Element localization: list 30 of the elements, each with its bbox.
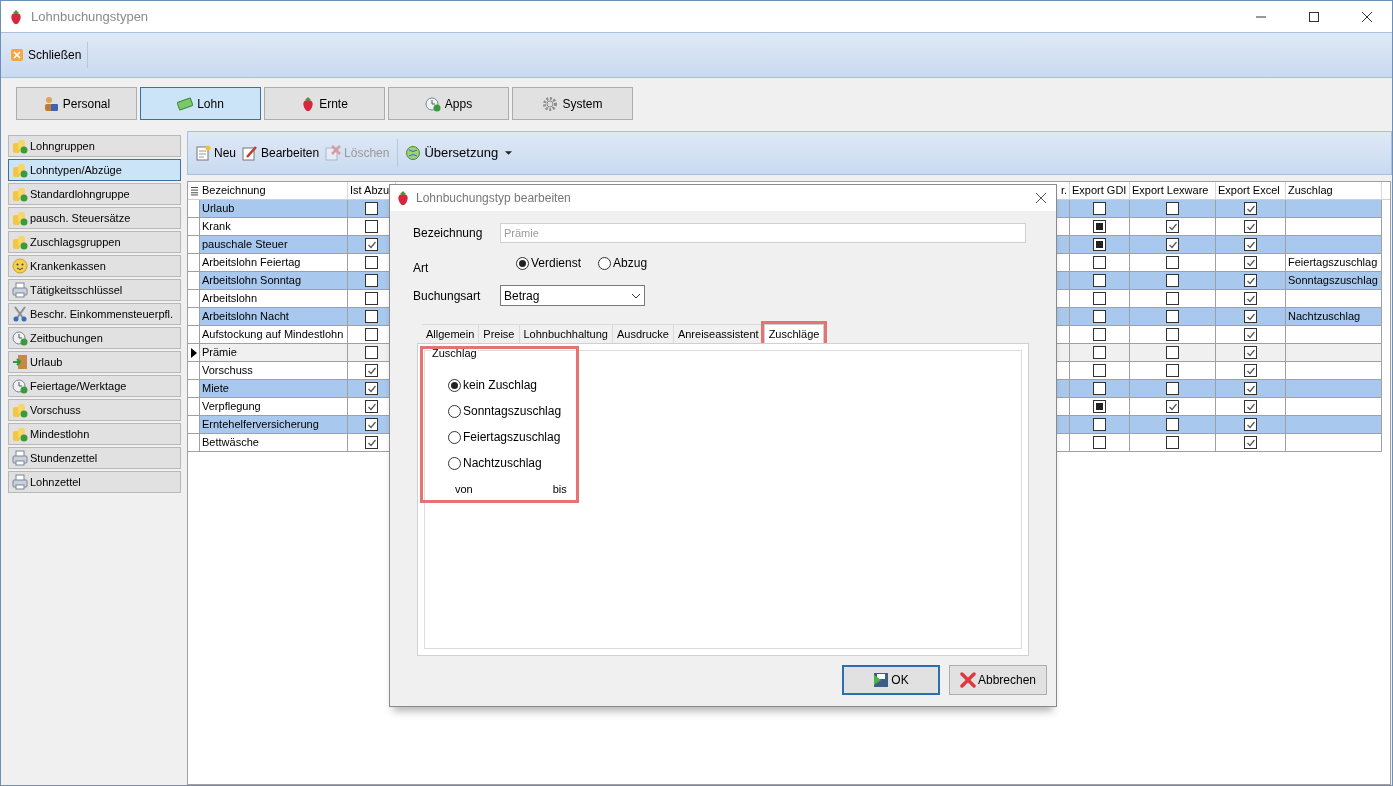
- radio-label: kein Zuschlag: [463, 377, 538, 394]
- table-cell: Urlaub: [200, 200, 348, 218]
- table-cell: Krank: [200, 218, 348, 236]
- table-cell: Sonntagszuschlag: [1286, 272, 1382, 290]
- table-cell: Prämie: [200, 344, 348, 362]
- radio-label: Sonntagszuschlag: [463, 403, 562, 420]
- table-cell: Erntehelferversicherung: [200, 416, 348, 434]
- field-label: Art: [413, 260, 430, 277]
- table-cell: Arbeitslohn Sonntag: [200, 272, 348, 290]
- table-cell: pauschale Steuer: [200, 236, 348, 254]
- table-cell: Arbeitslohn Nacht: [200, 308, 348, 326]
- table-cell: Feiertagszuschlag: [1286, 254, 1382, 272]
- radio-label: Feiertagszuschlag: [463, 429, 561, 446]
- table-cell: Bettwäsche: [200, 434, 348, 452]
- to-label: bis: [552, 482, 567, 497]
- dialog-title: Lohnbuchungstyp bearbeiten: [416, 190, 571, 207]
- radio-label: Abzug: [613, 255, 648, 272]
- radio-label: Nachtzuschlag: [463, 455, 542, 472]
- field-label: Buchungsart: [413, 287, 482, 305]
- table-cell: Vorschuss: [200, 362, 348, 380]
- table-cell: Miete: [200, 380, 348, 398]
- table-cell: Nachtzuschlag: [1286, 308, 1382, 326]
- table-cell: Aufstockung auf Mindestlohn: [200, 326, 348, 344]
- table-cell: Arbeitslohn Feiertag: [200, 254, 348, 272]
- table-cell: Arbeitslohn: [200, 290, 348, 308]
- window-title: Lohnbuchungstypen: [31, 7, 149, 26]
- field-label: Bezeichnung: [413, 225, 484, 242]
- table-cell: Verpflegung: [200, 398, 348, 416]
- from-label: von: [455, 482, 473, 497]
- radio-label: Verdienst: [531, 255, 582, 272]
